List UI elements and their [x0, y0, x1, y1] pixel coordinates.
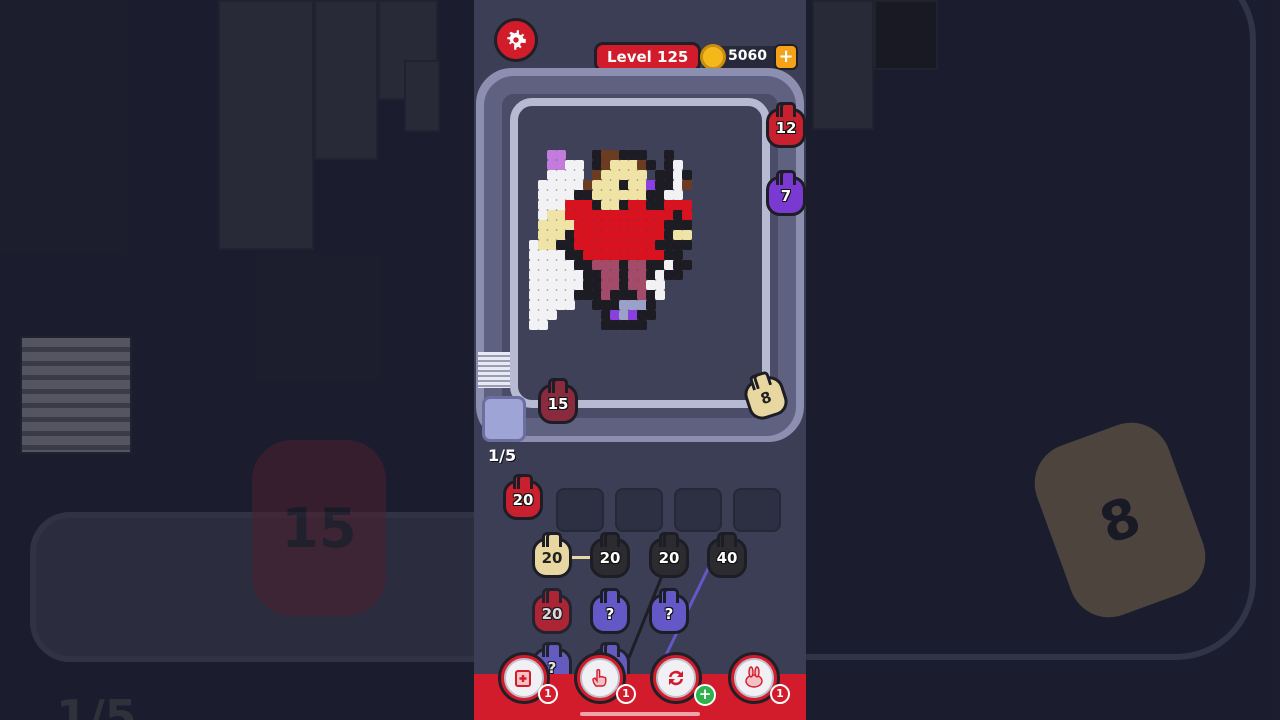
pixel-block — [574, 170, 584, 180]
grid-creature[interactable]: 20 — [590, 532, 630, 578]
pixel-block — [673, 250, 683, 260]
pixel-block — [637, 170, 647, 180]
pixel-block — [682, 220, 692, 230]
mystery-creature[interactable]: ? — [590, 588, 630, 634]
bunny-icon — [734, 658, 774, 698]
pixel-block — [574, 160, 584, 170]
gear-icon — [507, 30, 526, 50]
coin-counter: 5060 + — [700, 44, 798, 70]
pixel-block — [646, 300, 656, 310]
queue-slot — [556, 488, 604, 532]
coin-value: 5060 — [728, 48, 767, 64]
pixel-block — [664, 150, 674, 160]
pixel-block — [655, 290, 665, 300]
coin-icon — [700, 44, 726, 70]
grid-creature[interactable]: 20 — [532, 588, 572, 634]
queued-creature[interactable]: 20 — [503, 474, 543, 520]
queue-counter: 1/5 — [488, 446, 517, 465]
booster-count: 1 — [770, 684, 790, 704]
add-coins-button[interactable]: + — [774, 44, 798, 70]
grid-creature[interactable]: 20 — [649, 532, 689, 578]
settings-button[interactable] — [494, 18, 538, 62]
background-left: 15 1/5 — [0, 0, 474, 720]
pixel-block — [682, 200, 692, 210]
booster-count: 1 — [616, 684, 636, 704]
pixel-block — [538, 320, 548, 330]
pixel-block — [565, 300, 575, 310]
pixel-block — [682, 260, 692, 270]
hand-icon — [580, 658, 620, 698]
conveyor-creature[interactable]: 7 — [766, 170, 806, 216]
pixel-block — [682, 240, 692, 250]
stack-indicator — [478, 352, 510, 388]
pixel-block — [646, 310, 656, 320]
pixel-block — [673, 160, 683, 170]
conveyor-creature[interactable]: 15 — [538, 378, 578, 424]
pixel-block — [637, 150, 647, 160]
pixel-block — [637, 320, 647, 330]
background-right: 8 — [806, 0, 1280, 720]
pixel-block — [673, 270, 683, 280]
booster-count: 1 — [538, 684, 558, 704]
pixel-block — [682, 170, 692, 180]
pixel-block — [673, 190, 683, 200]
pixel-block — [682, 210, 692, 220]
home-indicator — [580, 712, 700, 716]
pixel-block — [655, 280, 665, 290]
shuffle-icon — [656, 658, 696, 698]
game-screen: Level 125 5060 + 12 7 8 15 1/5 20 20 20 … — [474, 0, 806, 720]
grid-creature[interactable]: 40 — [707, 532, 747, 578]
pixel-block — [547, 310, 557, 320]
pixel-block — [682, 230, 692, 240]
feeder-launcher — [482, 396, 526, 442]
pixel-block — [682, 180, 692, 190]
mystery-creature[interactable]: ? — [649, 588, 689, 634]
pixel-block — [556, 150, 566, 160]
conveyor-creature[interactable]: 12 — [766, 102, 806, 148]
booster-add-icon[interactable]: + — [694, 684, 716, 706]
pixel-block — [646, 160, 656, 170]
grid-creature[interactable]: 20 — [532, 532, 572, 578]
queue-slot — [733, 488, 781, 532]
queue-slot — [615, 488, 663, 532]
queue-slot — [674, 488, 722, 532]
